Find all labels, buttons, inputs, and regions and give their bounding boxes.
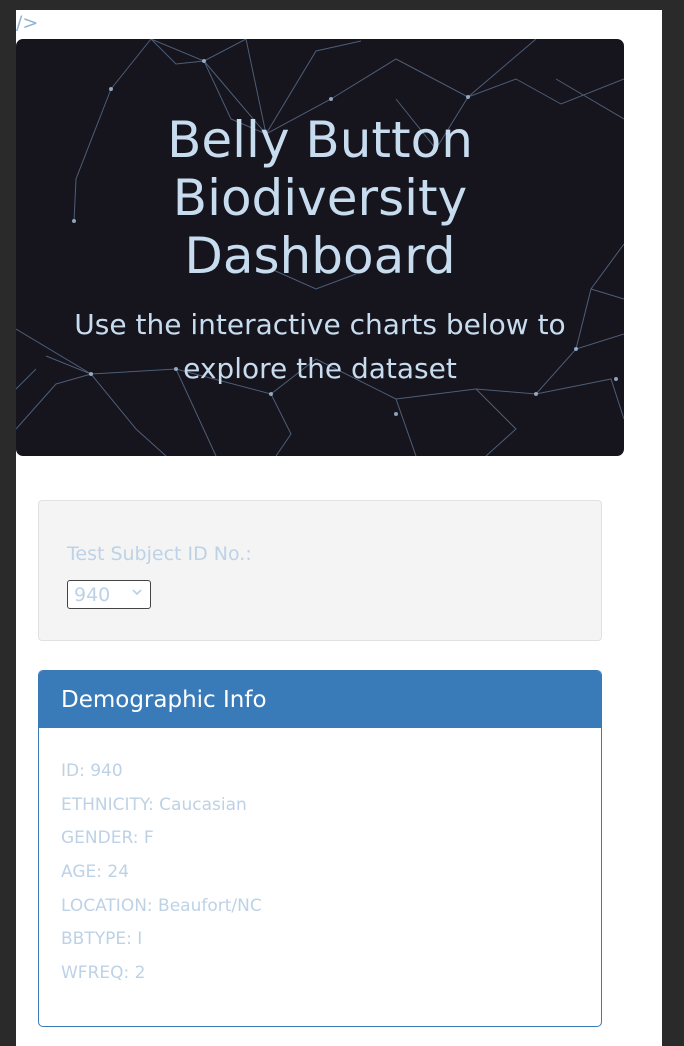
- page-subtitle-line: Use the interactive charts below to: [74, 308, 566, 341]
- page-title-line: Belly Button: [167, 111, 473, 169]
- page-title-line: Biodiversity: [172, 169, 468, 227]
- demographic-bbtype: BBTYPE: I: [61, 929, 143, 950]
- page-subtitle: Use the interactive charts below to expl…: [30, 303, 610, 391]
- page: /> Belly Button Biodiversity Dashboard U…: [16, 10, 662, 1046]
- stray-markup-text: />: [16, 12, 39, 34]
- demographic-ethnicity: ETHNICITY: Caucasian: [61, 794, 247, 815]
- page-title: Belly Button Biodiversity Dashboard: [16, 111, 624, 285]
- subject-id-label: Test Subject ID No.:: [67, 543, 252, 565]
- subject-id-selected-value: 940: [74, 584, 111, 606]
- browser-top-bar: [0, 0, 684, 10]
- page-subtitle-line: explore the dataset: [183, 352, 457, 385]
- page-title-line: Dashboard: [184, 227, 456, 285]
- demographic-info-heading: Demographic Info: [39, 671, 601, 728]
- chevron-down-icon: [132, 589, 142, 596]
- hero-banner: Belly Button Biodiversity Dashboard Use …: [16, 39, 624, 456]
- demographic-id: ID: 940: [61, 761, 123, 781]
- demographic-age: AGE: 24: [61, 862, 130, 883]
- subject-selector-panel: Test Subject ID No.: 940: [38, 500, 602, 641]
- demographic-info-panel: Demographic Info ID: 940 ETHNICITY: Cauc…: [38, 670, 602, 1027]
- demographic-info-body: ID: 940 ETHNICITY: Caucasian GENDER: F A…: [61, 761, 262, 997]
- demographic-location: LOCATION: Beaufort/NC: [61, 895, 262, 916]
- subject-id-select[interactable]: 940: [67, 580, 151, 609]
- demographic-gender: GENDER: F: [61, 828, 154, 849]
- demographic-wfreq: WFREQ: 2: [61, 963, 146, 984]
